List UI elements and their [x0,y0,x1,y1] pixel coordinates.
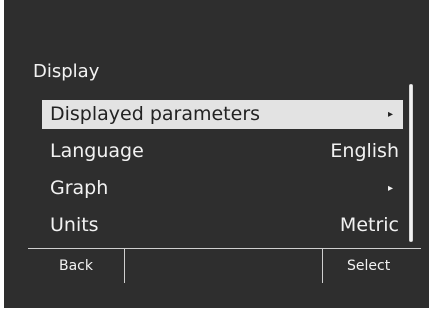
scrollbar[interactable] [409,84,413,242]
chevron-right-icon: ▸ [387,183,393,194]
menu-item-value: English [330,140,399,162]
menu-item-label: Graph [50,177,109,199]
menu-list: Displayed parameters ▸ Language English … [42,100,403,248]
softkey-bar-divider [28,248,421,249]
device-screen: Display Displayed parameters ▸ Language … [4,0,429,308]
select-softkey[interactable]: Select [347,256,390,276]
softkey-separator-right [322,249,323,283]
menu-title: Display [33,61,100,82]
softkey-separator-left [124,249,125,283]
scroll-thumb[interactable] [410,85,412,241]
menu-item-graph[interactable]: Graph ▸ [42,174,403,203]
menu-item-language[interactable]: Language English [42,137,403,166]
menu-item-label: Displayed parameters [50,103,261,125]
menu-item-units[interactable]: Units Metric [42,211,403,240]
menu-item-value: Metric [339,214,399,236]
menu-item-label: Language [50,140,144,162]
middle-softkey[interactable] [209,256,249,276]
chevron-right-icon: ▸ [387,109,393,120]
back-softkey[interactable]: Back [59,256,93,276]
menu-item-displayed-parameters[interactable]: Displayed parameters ▸ [42,100,403,129]
menu-item-label: Units [50,214,99,236]
